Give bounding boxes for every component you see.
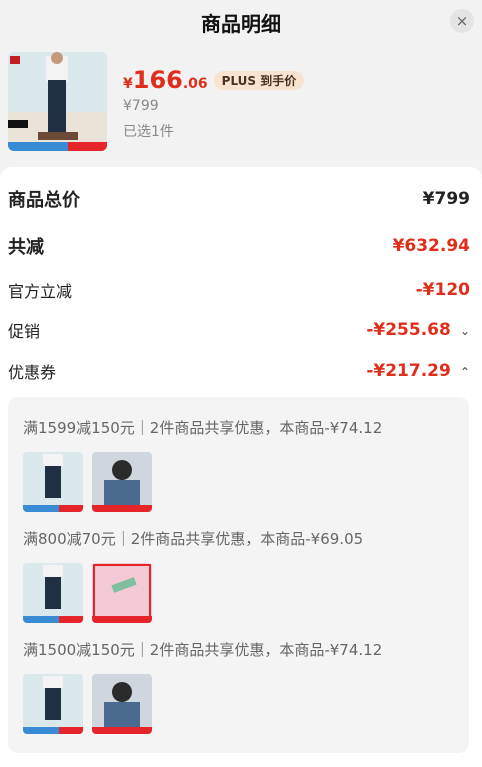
chevron-down-icon[interactable]: ⌄ <box>460 324 470 338</box>
coupon-row[interactable]: 优惠券 -¥217.29 ⌃ <box>8 359 470 383</box>
product-image[interactable] <box>8 52 107 151</box>
total-value: ¥799 <box>422 189 470 209</box>
price-integer: 166 <box>132 66 183 94</box>
total-label: 商品总价 <box>8 190 80 211</box>
coupon-detail-box: 满1599减150元｜2件商品共享优惠，本商品-¥74.12 满800减70元｜… <box>8 397 469 753</box>
total-row: 商品总价 ¥799 <box>8 186 470 212</box>
original-price: ¥799 <box>123 98 159 114</box>
official-label: 官方立减 <box>8 282 73 301</box>
product-thumbnail-jacket[interactable] <box>92 452 152 512</box>
final-price: ¥ 166 .06 PLUS 到手价 <box>123 66 305 94</box>
reduce-label: 共减 <box>8 237 44 258</box>
plus-badge-text: 到手价 <box>260 74 297 88</box>
coupon-line: 满1500减150元｜2件商品共享优惠，本商品-¥74.12 <box>23 641 383 659</box>
promo-row[interactable]: 促销 -¥255.68 ⌄ <box>8 318 470 342</box>
reduce-value: ¥632.94 <box>392 236 470 256</box>
plus-badge-brand: PLUS <box>221 74 257 88</box>
coupon-line: 满1599减150元｜2件商品共享优惠，本商品-¥74.12 <box>23 419 383 437</box>
plus-badge: PLUS 到手价 <box>213 71 305 90</box>
product-thumbnail-jeans[interactable] <box>23 452 83 512</box>
official-value: -¥120 <box>415 280 470 300</box>
product-thumbnail-jeans[interactable] <box>23 563 83 623</box>
chevron-up-icon[interactable]: ⌃ <box>460 365 470 379</box>
price-decimal: .06 <box>182 76 208 92</box>
coupon-value: -¥217.29 <box>366 361 451 381</box>
selected-count: 已选1件 <box>123 124 174 140</box>
promo-label: 促销 <box>8 322 41 341</box>
coupon-line: 满800减70元｜2件商品共享优惠，本商品-¥69.05 <box>23 530 364 548</box>
product-thumbnail-jeans[interactable] <box>23 674 83 734</box>
currency-symbol: ¥ <box>123 76 133 92</box>
header: 商品明细 × ¥ 166 .06 PLUS 到手价 ¥799 已选1件 <box>0 0 482 160</box>
close-icon[interactable]: × <box>450 9 474 33</box>
page-title: 商品明细 <box>201 12 281 36</box>
product-thumbnail-skincare[interactable] <box>92 563 152 623</box>
promo-value: -¥255.68 <box>366 320 451 340</box>
official-discount-row: 官方立减 -¥120 <box>8 278 470 302</box>
reduce-row: 共减 ¥632.94 <box>8 233 470 259</box>
coupon-label: 优惠券 <box>8 363 57 382</box>
product-thumbnail-jacket[interactable] <box>92 674 152 734</box>
